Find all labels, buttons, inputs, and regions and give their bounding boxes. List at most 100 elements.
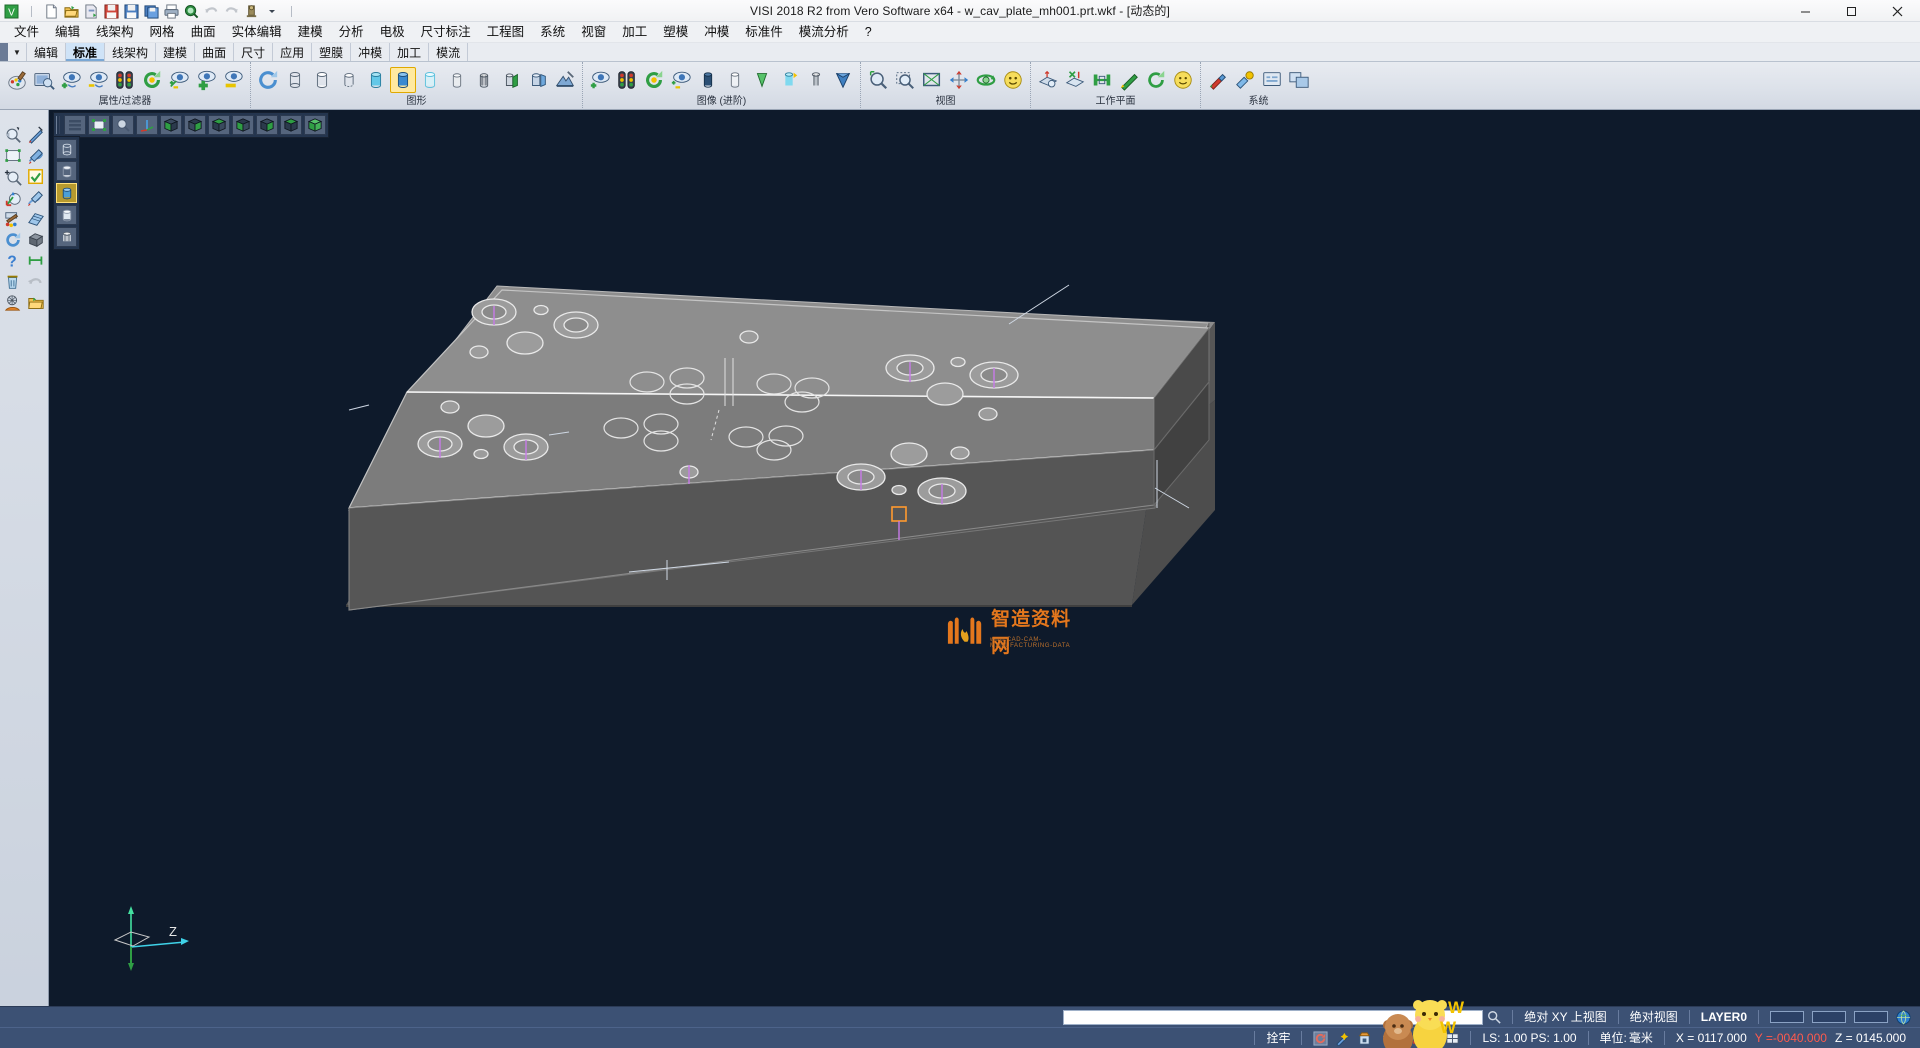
- tab-surface[interactable]: 曲面: [195, 43, 234, 61]
- view-fit-icon[interactable]: [88, 115, 110, 135]
- maximize-button[interactable]: [1828, 0, 1874, 22]
- save-as-icon[interactable]: [122, 2, 141, 21]
- render-hiddenline-icon[interactable]: [56, 161, 77, 181]
- toggle-visibility-icon[interactable]: [166, 67, 192, 93]
- shade-face-icon[interactable]: [1000, 67, 1026, 93]
- menu-item-window[interactable]: 视窗: [573, 23, 614, 42]
- view-right-icon[interactable]: [208, 115, 230, 135]
- view-front-icon[interactable]: [184, 115, 206, 135]
- menu-item-file[interactable]: 文件: [6, 23, 47, 42]
- view-zoom-icon[interactable]: [112, 115, 134, 135]
- adv-cyl-cyan-icon[interactable]: [776, 67, 802, 93]
- units-value[interactable]: 毫米: [1629, 1028, 1657, 1048]
- render-quality-icon[interactable]: [552, 67, 578, 93]
- menu-item-solid-edit[interactable]: 实体编辑: [224, 23, 290, 42]
- color-swatch-3[interactable]: [1854, 1011, 1888, 1023]
- remove-visible-icon[interactable]: [220, 67, 246, 93]
- workplane-rotate-icon[interactable]: [1143, 67, 1169, 93]
- adv-cyl-green-icon[interactable]: [749, 67, 775, 93]
- adv-traffic-icon[interactable]: [614, 67, 640, 93]
- tab-machining[interactable]: 加工: [390, 43, 429, 61]
- adv-cyl-light-icon[interactable]: [722, 67, 748, 93]
- save-icon[interactable]: [102, 2, 121, 21]
- print-preview-icon[interactable]: [182, 2, 201, 21]
- layer-manager-icon[interactable]: [31, 67, 57, 93]
- modify-entity-icon[interactable]: [25, 124, 47, 145]
- zoom-window-icon[interactable]: [865, 67, 891, 93]
- tab-press[interactable]: 冲模: [351, 43, 390, 61]
- zoom-all-icon[interactable]: [892, 67, 918, 93]
- menu-item-standard-parts[interactable]: 标准件: [737, 23, 791, 42]
- adv-show-icon[interactable]: [587, 67, 613, 93]
- menu-item-modeling[interactable]: 建模: [290, 23, 331, 42]
- view-back-icon[interactable]: [256, 115, 278, 135]
- workplane-align-icon[interactable]: [1062, 67, 1088, 93]
- grid-plane-icon[interactable]: [25, 208, 47, 229]
- regenerate-icon[interactable]: [255, 67, 281, 93]
- system-settings-icon[interactable]: [1205, 67, 1231, 93]
- edit-curve-icon[interactable]: [25, 145, 47, 166]
- view-left-icon[interactable]: [280, 115, 302, 135]
- snap-label[interactable]: 拴牢: [1262, 1028, 1294, 1048]
- render-transparent-icon[interactable]: [56, 205, 77, 225]
- redo-icon[interactable]: [222, 2, 241, 21]
- search-icon[interactable]: [1485, 1008, 1503, 1026]
- traffic-light-icon[interactable]: [112, 67, 138, 93]
- tab-dimension[interactable]: 尺寸: [234, 43, 273, 61]
- cad-viewport[interactable]: 智造资料网 www.CAD-CAM-MANUFACTURING-DATA: [49, 110, 1920, 1020]
- snap-reset-icon[interactable]: [1311, 1029, 1329, 1047]
- open-folder-icon[interactable]: [25, 292, 47, 313]
- menu-item-surface[interactable]: 曲面: [183, 23, 224, 42]
- undo-icon[interactable]: [202, 2, 221, 21]
- tab-standard[interactable]: 标准: [66, 43, 105, 61]
- menu-item-mesh[interactable]: 网格: [142, 23, 183, 42]
- dynamic-rotate-icon[interactable]: [2, 187, 24, 208]
- render-shaded-icon[interactable]: [56, 183, 77, 203]
- select-window-icon[interactable]: [2, 145, 24, 166]
- view-iso-icon[interactable]: [160, 115, 182, 135]
- save-all-icon[interactable]: [142, 2, 161, 21]
- import-icon[interactable]: [82, 2, 101, 21]
- adv-solid-blue-icon[interactable]: [830, 67, 856, 93]
- zoom-fit-icon[interactable]: [919, 67, 945, 93]
- help-query-icon[interactable]: ?: [2, 250, 24, 271]
- measure-distance-icon[interactable]: [25, 250, 47, 271]
- view-list-icon[interactable]: [64, 115, 86, 135]
- flat-shade-icon[interactable]: [444, 67, 470, 93]
- tab-edit[interactable]: 编辑: [27, 43, 66, 61]
- system-window-icon[interactable]: [1286, 67, 1312, 93]
- refresh-view-icon[interactable]: [139, 67, 165, 93]
- shaded-edges-icon[interactable]: [390, 67, 416, 93]
- menu-item-wireframe[interactable]: 线架构: [88, 23, 142, 42]
- system-macro-icon[interactable]: [1259, 67, 1285, 93]
- hidden-line-icon[interactable]: [309, 67, 335, 93]
- menu-item-analysis[interactable]: 分析: [331, 23, 372, 42]
- workplane-measure-icon[interactable]: [1116, 67, 1142, 93]
- show-entity-icon[interactable]: [58, 67, 84, 93]
- view-top-icon[interactable]: [232, 115, 254, 135]
- tab-application[interactable]: 应用: [273, 43, 312, 61]
- tab-flow[interactable]: 模流: [429, 43, 468, 61]
- section-icon[interactable]: [498, 67, 524, 93]
- rotate-view-icon[interactable]: [973, 67, 999, 93]
- adv-cyl-mesh-icon[interactable]: [803, 67, 829, 93]
- identify-entity-icon[interactable]: [2, 124, 24, 145]
- menu-item-drafting[interactable]: 工程图: [479, 23, 533, 42]
- color-swatch-1[interactable]: [1770, 1011, 1804, 1023]
- tab-mould[interactable]: 塑膜: [312, 43, 351, 61]
- view-mode-label[interactable]: 绝对 XY 上视图: [1520, 1007, 1610, 1027]
- settings-icon[interactable]: [242, 2, 261, 21]
- adv-toggle-icon[interactable]: [668, 67, 694, 93]
- tab-dropdown-icon[interactable]: ▼: [8, 43, 27, 61]
- menu-item-mould[interactable]: 塑模: [655, 23, 696, 42]
- system-color-icon[interactable]: [1232, 67, 1258, 93]
- customize-dropdown-icon[interactable]: [262, 2, 281, 21]
- workplane-origin-icon[interactable]: [1089, 67, 1115, 93]
- transparent-icon[interactable]: [417, 67, 443, 93]
- print-icon[interactable]: [162, 2, 181, 21]
- minimize-button[interactable]: [1782, 0, 1828, 22]
- add-visible-icon[interactable]: [193, 67, 219, 93]
- wireframe-icon[interactable]: [282, 67, 308, 93]
- view-axis-icon[interactable]: [136, 115, 158, 135]
- trim-curve-icon[interactable]: [25, 187, 47, 208]
